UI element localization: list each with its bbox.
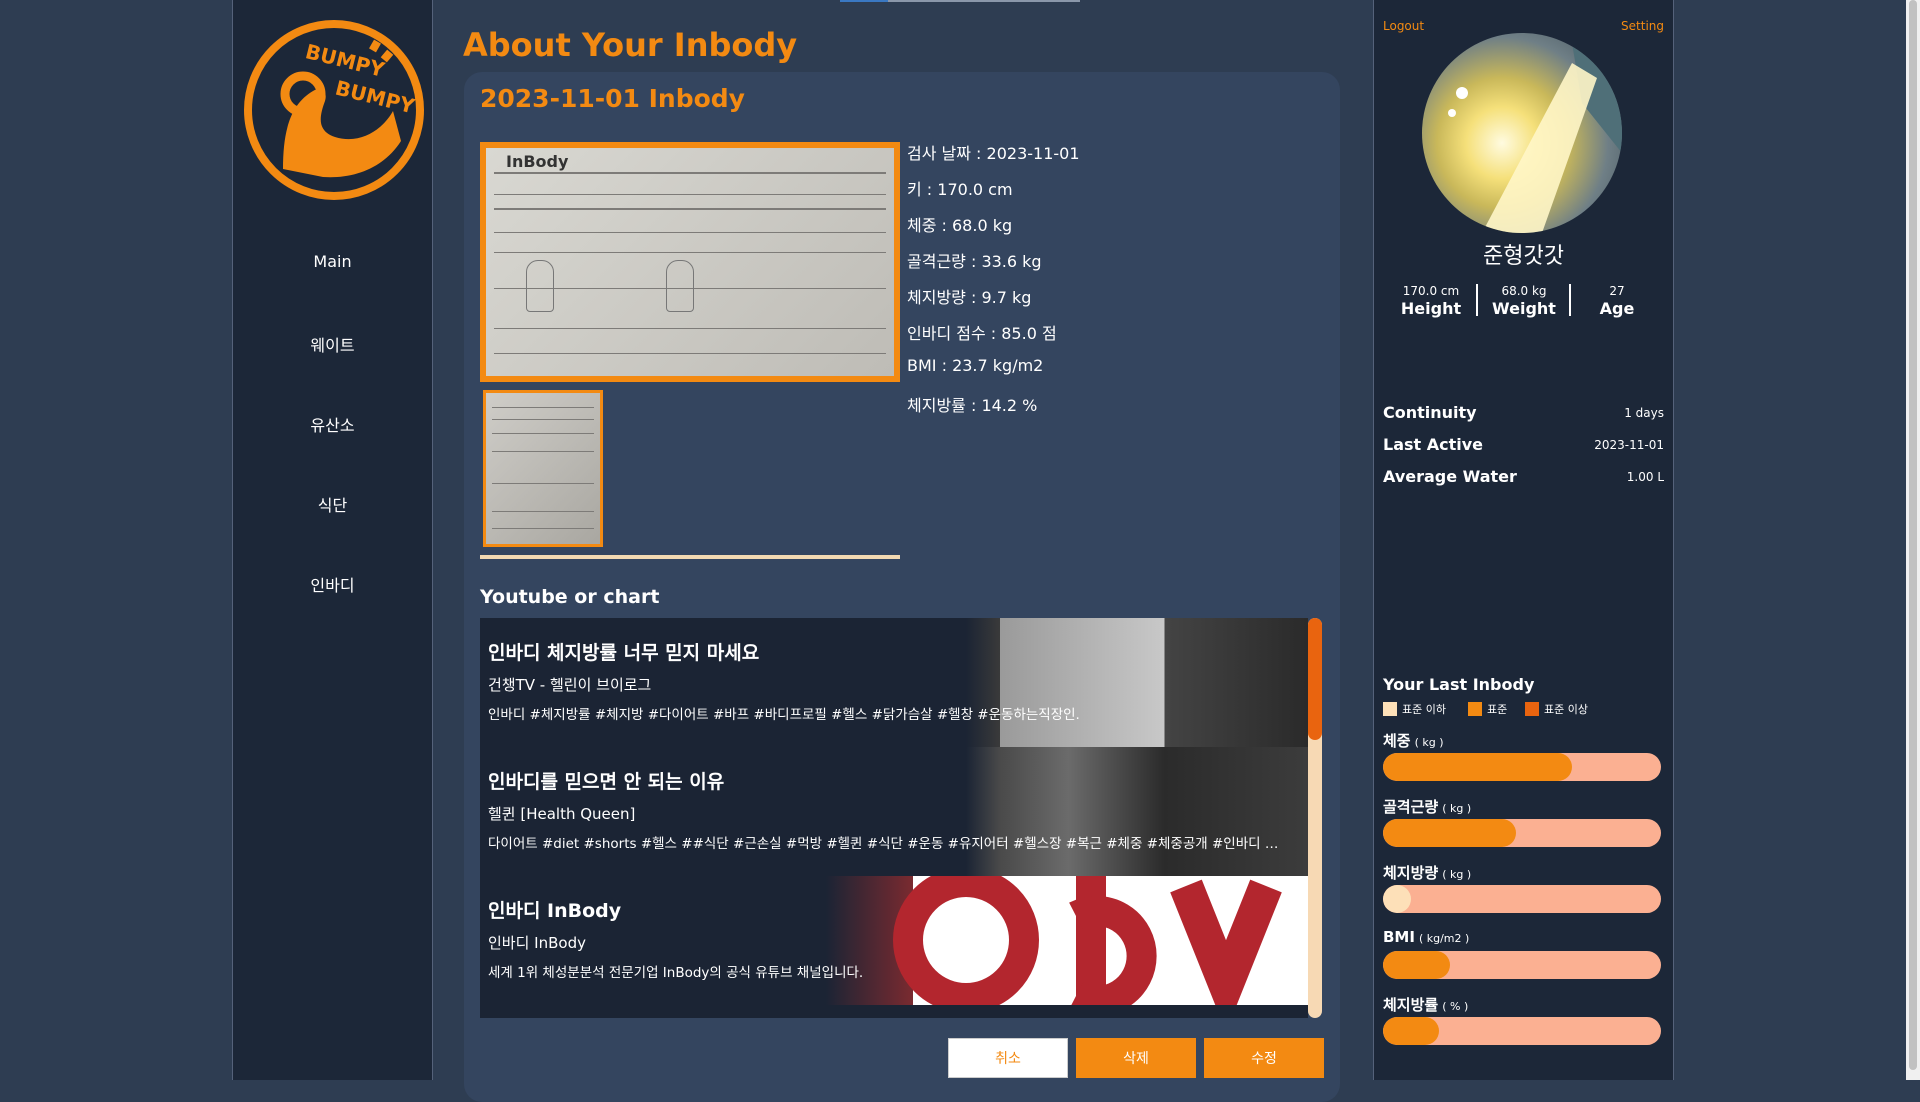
video-list: 인바디 체지방률 너무 믿지 마세요 건챙TV - 헬린이 브이로그 인바디 #… [480, 618, 1308, 1018]
stat-divider [1476, 284, 1478, 316]
avatar[interactable] [1422, 33, 1622, 233]
bar-track-skeletal-muscle [1383, 819, 1661, 847]
info-bmi: BMI : 23.7 kg/m2 [907, 356, 1044, 375]
video-description: 인바디 #체지방률 #체지방 #다이어트 #바프 #바디프로필 #헬스 #닭가슴… [488, 707, 1080, 723]
logout-link[interactable]: Logout [1383, 19, 1424, 33]
bar-label-weight: 체중( kg ) [1383, 732, 1444, 750]
inbody-report-photo[interactable]: InBody [480, 142, 900, 382]
inbody-photo-thumbnail[interactable] [483, 390, 603, 547]
bar-track-weight [1383, 753, 1661, 781]
stat-divider [1569, 284, 1571, 316]
bar-fill-skeletal-muscle [1383, 819, 1517, 847]
video-title: 인바디 InBody [488, 900, 622, 922]
nav-item-main[interactable]: Main [233, 252, 432, 271]
setting-link[interactable]: Setting [1621, 19, 1664, 33]
delete-button[interactable]: 삭제 [1076, 1038, 1196, 1078]
page-scrollbar[interactable] [1906, 0, 1920, 1080]
info-body-fat-percent: 체지방률 : 14.2 % [907, 396, 1038, 415]
page-title: About Your Inbody [463, 26, 798, 64]
last-inbody-title: Your Last Inbody [1383, 675, 1535, 694]
bar-track-body-fat-percent [1383, 1017, 1661, 1045]
video-item[interactable]: 인바디 InBody 인바디 InBody 세계 1위 체성분분석 전문기업 I… [480, 876, 1308, 1005]
video-item[interactable]: 인바디 체지방률 너무 믿지 마세요 건챙TV - 헬린이 브이로그 인바디 #… [480, 618, 1308, 747]
height-value: 170.0 cm [1402, 284, 1460, 298]
nav-item-inbody[interactable]: 인바디 [233, 572, 432, 596]
video-item[interactable]: 인바디를 믿으면 안 되는 이유 헬퀸 [Health Queen] 다이어트 … [480, 747, 1308, 876]
legend-below-standard: 표준 이하 [1383, 701, 1446, 717]
info-inbody-score: 인바디 점수 : 85.0 점 [907, 324, 1057, 343]
video-list-scrollbar[interactable] [1308, 618, 1322, 1018]
video-channel: 인바디 InBody [488, 934, 586, 952]
video-thumbnail [826, 876, 1308, 1005]
stat-height: 170.0 cm Height [1386, 284, 1476, 318]
top-indicator-active [840, 0, 888, 2]
continuity-value: 1 days [1624, 406, 1664, 420]
bar-track-body-fat-mass [1383, 885, 1661, 913]
last-active-value: 2023-11-01 [1594, 438, 1664, 452]
info-test-date: 검사 날짜 : 2023-11-01 [907, 144, 1080, 163]
info-weight: 체중 : 68.0 kg [907, 216, 1013, 235]
info-skeletal-muscle: 골격근량 : 33.6 kg [907, 252, 1042, 271]
video-list-scroll-thumb[interactable] [1308, 618, 1322, 740]
inbody-logo-graphic [893, 876, 1282, 1005]
continuity-label: Continuity [1383, 403, 1477, 422]
nav-item-cardio[interactable]: 유산소 [233, 412, 432, 436]
weight-label: Weight [1492, 299, 1556, 318]
left-sidebar: BUMPY BUMPY Main 웨이트 유산소 식단 인바디 [232, 0, 433, 1080]
nav-item-diet[interactable]: 식단 [233, 492, 432, 516]
video-title: 인바디 체지방률 너무 믿지 마세요 [488, 642, 760, 664]
bumpy-logo[interactable]: BUMPY BUMPY [243, 19, 425, 201]
edit-button[interactable]: 수정 [1204, 1038, 1324, 1078]
video-thumbnail [966, 618, 1308, 747]
bar-fill-body-fat-percent [1383, 1017, 1439, 1045]
bar-label-skeletal-muscle: 골격근량( kg ) [1383, 798, 1472, 816]
video-title: 인바디를 믿으면 안 되는 이유 [488, 771, 725, 793]
info-body-fat-mass: 체지방량 : 9.7 kg [907, 288, 1032, 307]
video-channel: 헬퀸 [Health Queen] [488, 805, 636, 823]
stat-weight: 68.0 kg Weight [1479, 284, 1569, 318]
legend-above-standard: 표준 이상 [1525, 701, 1588, 717]
age-label: Age [1599, 299, 1635, 318]
cancel-button[interactable]: 취소 [948, 1038, 1068, 1078]
bar-fill-body-fat-mass [1383, 885, 1411, 913]
video-thumbnail [966, 747, 1308, 876]
thumbnail-scroll-bar[interactable] [480, 555, 900, 559]
bar-label-body-fat-mass: 체지방량( kg ) [1383, 864, 1472, 882]
video-section-title: Youtube or chart [480, 586, 660, 608]
video-description: 다이어트 #diet #shorts #헬스 ##식단 #근손실 #먹방 #헬퀸… [488, 836, 1288, 852]
right-sidebar: Logout Setting 준형갓갓 170.0 cm Height 68.0… [1373, 0, 1674, 1080]
bar-fill-bmi [1383, 951, 1450, 979]
bar-fill-weight [1383, 753, 1573, 781]
height-label: Height [1400, 299, 1462, 318]
nav-item-weight[interactable]: 웨이트 [233, 332, 432, 356]
info-height: 키 : 170.0 cm [907, 180, 1013, 199]
svg-text:BUMPY: BUMPY [333, 76, 417, 119]
weight-value: 68.0 kg [1501, 284, 1547, 298]
video-description: 세계 1위 체성분분석 전문기업 InBody의 공식 유튜브 채널입니다. [488, 965, 864, 981]
username: 준형갓갓 [1483, 244, 1564, 269]
report-brand: InBody [506, 152, 569, 171]
last-active-label: Last Active [1383, 435, 1484, 454]
legend-standard: 표준 [1468, 701, 1507, 717]
video-channel: 건챙TV - 헬린이 브이로그 [488, 676, 652, 694]
inbody-card-title: 2023-11-01 Inbody [480, 84, 745, 113]
bar-label-bmi: BMI( kg/m2 ) [1383, 928, 1470, 946]
stat-age: 27 Age [1572, 284, 1662, 318]
bar-track-bmi [1383, 951, 1661, 979]
age-value: 27 [1609, 284, 1625, 298]
bar-label-body-fat-percent: 체지방률( % ) [1383, 996, 1469, 1014]
page-scroll-thumb[interactable] [1909, 0, 1917, 1070]
average-water-value: 1.00 L [1626, 470, 1664, 484]
average-water-label: Average Water [1383, 467, 1517, 486]
